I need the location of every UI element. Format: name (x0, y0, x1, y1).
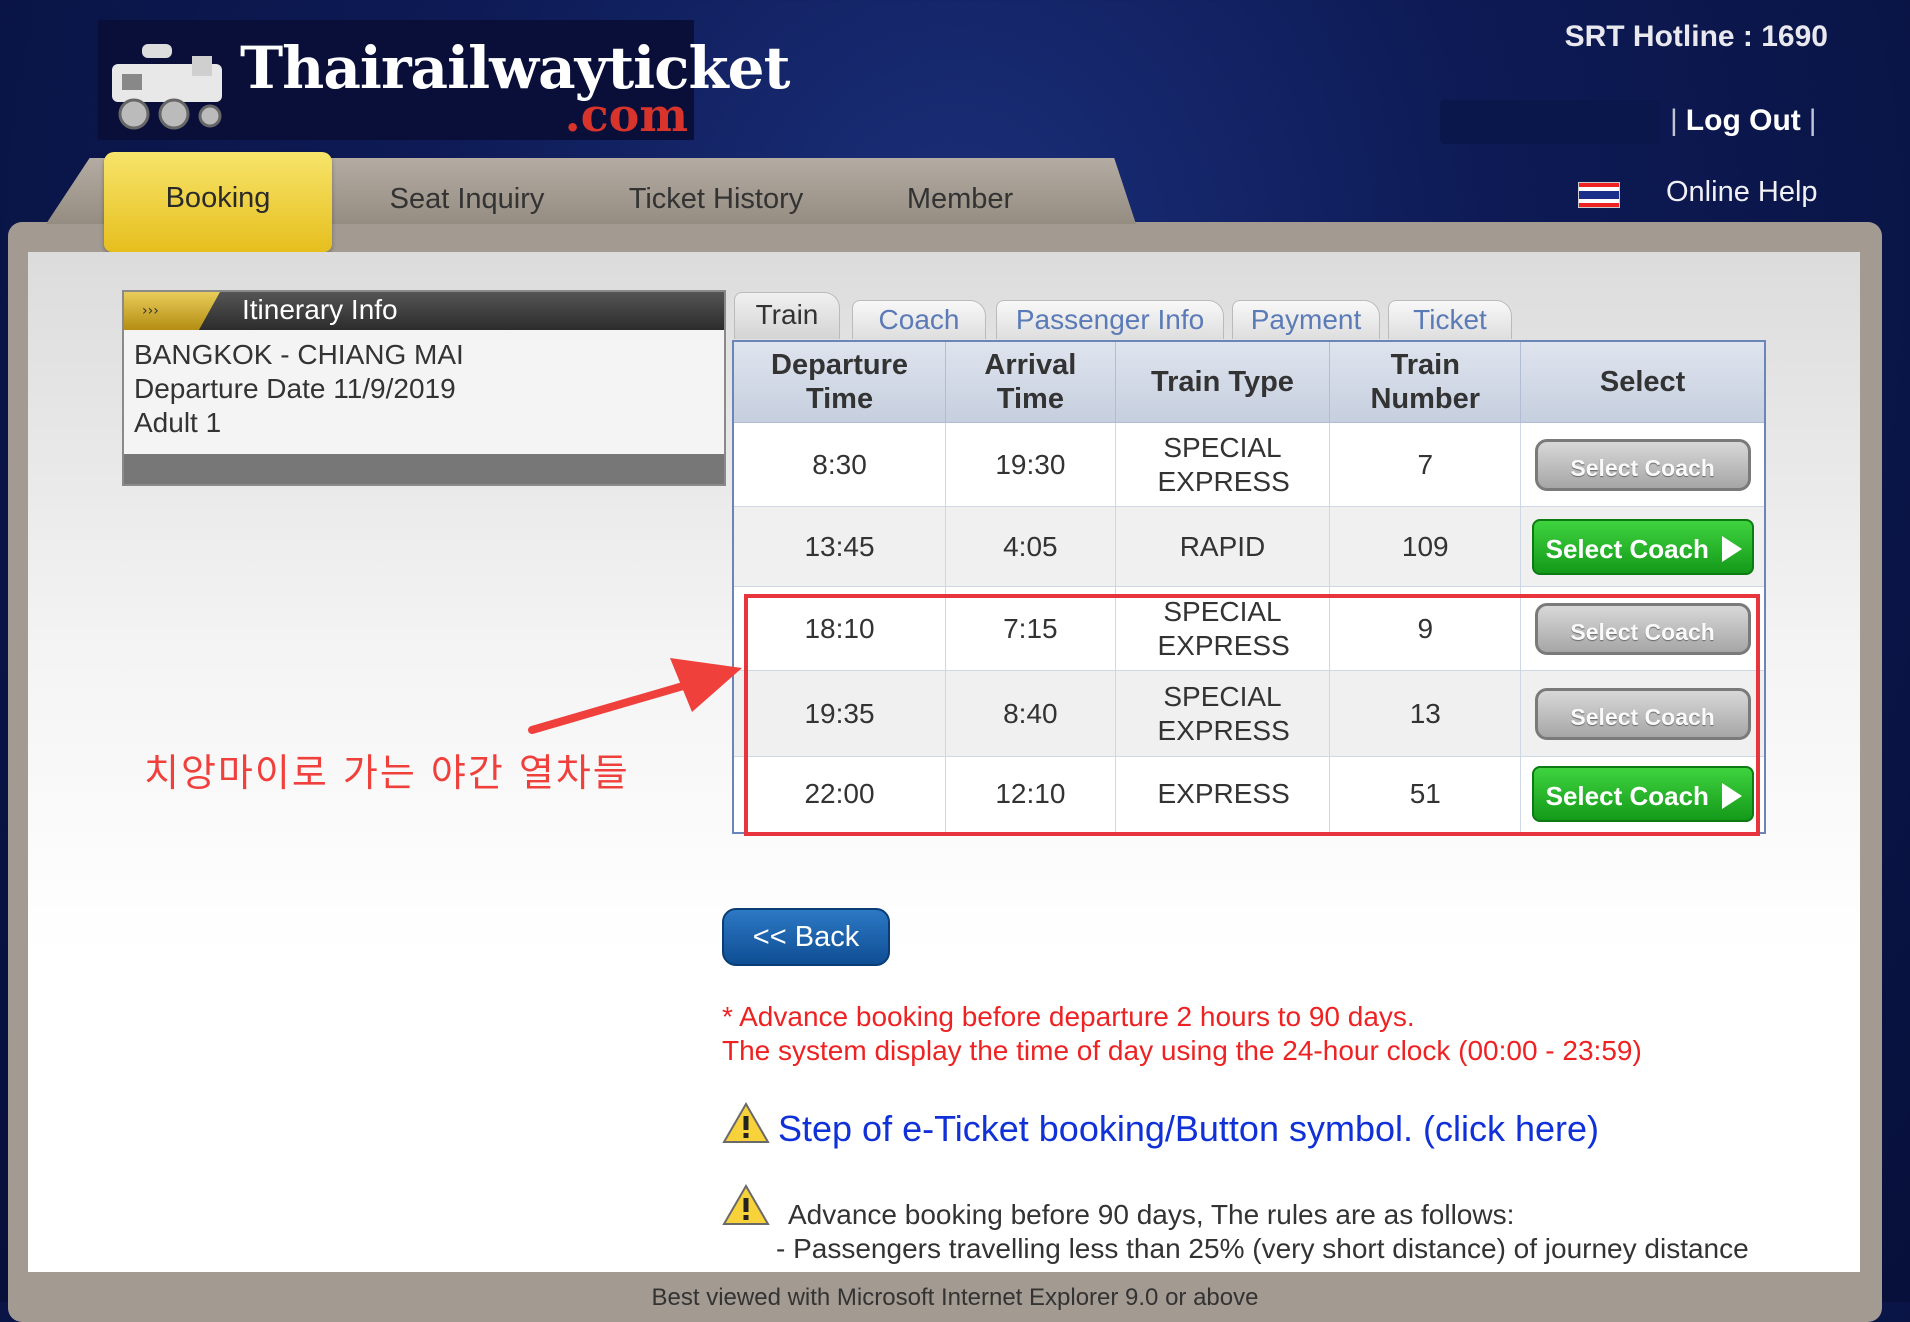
rules-item: - Passengers travelling less than 25% (v… (776, 1233, 1749, 1264)
col-train-number: Train Number (1329, 340, 1522, 423)
nav-member[interactable]: Member (880, 174, 1040, 224)
browser-note: Best viewed with Microsoft Internet Expl… (651, 1284, 1259, 1311)
col-departure: Departure Time (732, 340, 947, 423)
logout-area: | Log Out | (1670, 104, 1817, 138)
arrival-time: 8:40 (945, 670, 1116, 757)
train-type: RAPID (1114, 506, 1331, 587)
arrival-time: 19:30 (945, 422, 1116, 507)
nav-ticket-history[interactable]: Ticket History (616, 174, 816, 224)
table-row: 19:35 8:40 SPECIAL EXPRESS 13 Select Coa… (732, 670, 1766, 757)
select-cell: Select Coach (1520, 586, 1766, 671)
select-coach-button[interactable]: Select Coach (1531, 766, 1754, 823)
train-number: 109 (1329, 506, 1522, 587)
arrival-time: 7:15 (945, 586, 1116, 671)
arrival-time: 12:10 (945, 756, 1116, 833)
nav-booking-label: Booking (165, 182, 271, 214)
warning-icon (722, 1102, 770, 1143)
train-type-text: SPECIAL EXPRESS (1157, 595, 1290, 661)
train-type-text: EXPRESS (1157, 778, 1290, 810)
train-table: Departure Time Arrival Time Train Type T… (732, 340, 1766, 834)
itinerary-body: BANGKOK - CHIANG MAI Departure Date 11/9… (124, 330, 724, 448)
arrival-time: 4:05 (945, 506, 1116, 587)
tab-passenger-info[interactable]: Passenger Info (996, 300, 1224, 339)
thai-flag-icon[interactable] (1578, 182, 1620, 208)
step-guide-link[interactable]: Step of e-Ticket booking/Button symbol. … (778, 1108, 1599, 1150)
online-help-link[interactable]: Online Help (1666, 176, 1818, 209)
back-button[interactable]: << Back (722, 908, 890, 966)
site-logo[interactable]: Thairailwayticket .com (98, 20, 790, 142)
steam-train-icon (112, 44, 222, 130)
table-header-row: Departure Time Arrival Time Train Type T… (732, 340, 1766, 423)
logo-suffix: .com (564, 88, 688, 142)
tab-train[interactable]: Train (734, 292, 840, 339)
col-arrival: Arrival Time (945, 340, 1116, 423)
itinerary-box: ››› Itinerary Info BANGKOK - CHIANG MAI … (122, 290, 726, 486)
tab-coach[interactable]: Coach (852, 300, 986, 339)
train-type: SPECIAL EXPRESS (1114, 422, 1331, 507)
train-type-text: SPECIAL EXPRESS (1157, 680, 1290, 746)
note-line-1: * Advance booking before departure 2 hou… (722, 1001, 1415, 1032)
itinerary-passengers: Adult 1 (134, 407, 222, 438)
note-line-2: The system display the time of day using… (722, 1035, 1642, 1066)
train-type-text: SPECIAL EXPRESS (1157, 431, 1290, 497)
select-cell: Select Coach (1520, 670, 1766, 757)
select-cell: Select Coach (1520, 506, 1766, 587)
select-coach-label: Select Coach (1545, 781, 1709, 812)
select-cell: Select Coach (1520, 422, 1766, 507)
departure-time: 13:45 (732, 506, 947, 587)
play-arrow-icon (1721, 535, 1742, 562)
tab-ticket[interactable]: Ticket (1388, 300, 1512, 339)
itinerary-title: Itinerary Info (242, 294, 398, 325)
username-redacted (1440, 100, 1660, 144)
col-train-type: Train Type (1114, 340, 1331, 423)
train-number: 7 (1329, 422, 1522, 507)
train-number: 13 (1329, 670, 1522, 757)
train-type: EXPRESS (1114, 756, 1331, 833)
table-row: 22:00 12:10 EXPRESS 51 Select Coach (732, 756, 1766, 833)
train-number: 9 (1329, 586, 1522, 671)
annotation-arrow-icon (528, 658, 742, 734)
departure-time: 19:35 (732, 670, 947, 757)
select-coach-button-disabled: Select Coach (1534, 687, 1751, 740)
table-row: 8:30 19:30 SPECIAL EXPRESS 7 Select Coac… (732, 422, 1766, 507)
warning-icon (722, 1184, 770, 1225)
itinerary-departure: Departure Date 11/9/2019 (134, 373, 456, 404)
annotation-label: 치앙마이로 가는 야간 열차들 (144, 751, 630, 795)
table-row: 13:45 4:05 RAPID 109 Select Coach (732, 506, 1766, 587)
departure-time: 22:00 (732, 756, 947, 833)
itinerary-header: ››› Itinerary Info (124, 292, 724, 330)
nav-booking[interactable]: Booking (104, 152, 332, 252)
train-type-text: RAPID (1179, 530, 1266, 562)
separator: | (1670, 104, 1678, 137)
select-cell: Select Coach (1520, 756, 1766, 833)
chevrons-icon: ››› (124, 292, 220, 330)
table-row: 18:10 7:15 SPECIAL EXPRESS 9 Select Coac… (732, 586, 1766, 671)
advance-booking-rules: Advance booking before 90 days, The rule… (776, 1198, 1749, 1266)
train-type: SPECIAL EXPRESS (1114, 670, 1331, 757)
departure-time: 18:10 (732, 586, 947, 671)
itinerary-footer (124, 454, 724, 484)
select-coach-label: Select Coach (1545, 533, 1709, 564)
separator: | (1808, 104, 1817, 137)
train-type: SPECIAL EXPRESS (1114, 586, 1331, 671)
select-coach-button-disabled: Select Coach (1534, 438, 1751, 491)
booking-notes: * Advance booking before departure 2 hou… (722, 1000, 1642, 1068)
hotline-text: SRT Hotline : 1690 (1564, 20, 1828, 53)
departure-time: 8:30 (732, 422, 947, 507)
itinerary-route: BANGKOK - CHIANG MAI (134, 339, 464, 370)
col-select: Select (1520, 340, 1766, 423)
train-number: 51 (1329, 756, 1522, 833)
logout-link[interactable]: Log Out (1686, 104, 1801, 137)
tab-payment[interactable]: Payment (1232, 300, 1380, 339)
select-coach-button-disabled: Select Coach (1534, 602, 1751, 655)
logo-title: Thairailwayticket (240, 34, 790, 102)
nav-seat-inquiry[interactable]: Seat Inquiry (372, 174, 562, 224)
play-arrow-icon (1721, 783, 1742, 810)
select-coach-button[interactable]: Select Coach (1531, 518, 1754, 575)
rules-title: Advance booking before 90 days, The rule… (788, 1199, 1515, 1230)
